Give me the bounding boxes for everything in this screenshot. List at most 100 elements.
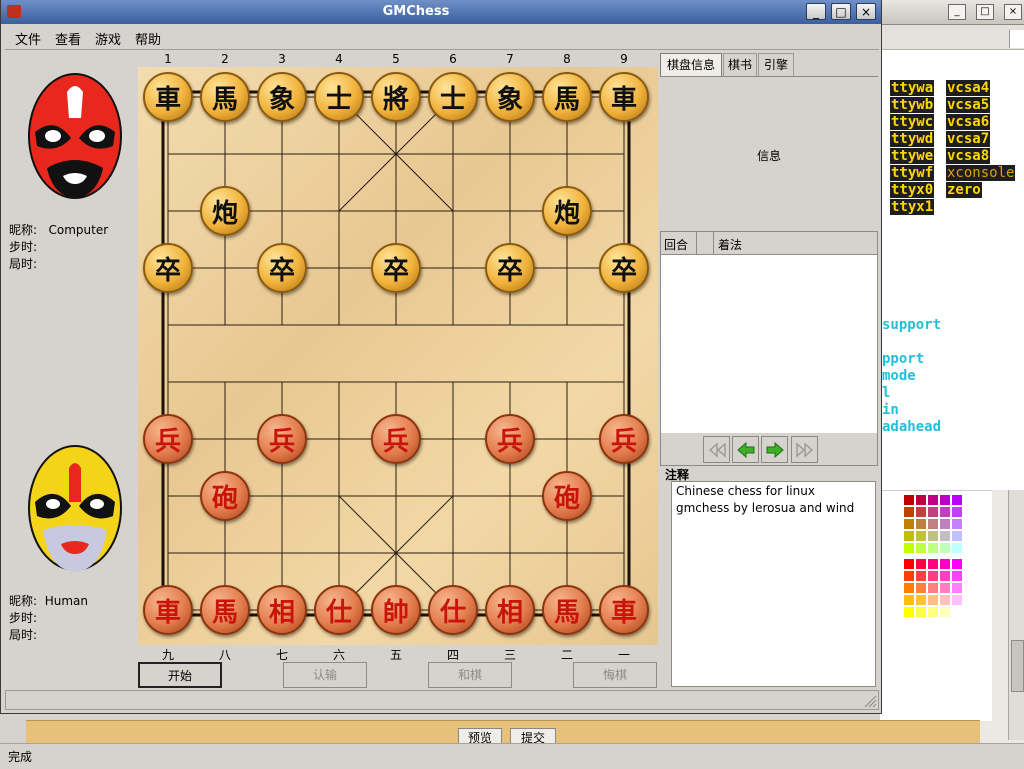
palette-swatch[interactable] — [928, 543, 938, 553]
menu-game[interactable]: 游戏 — [95, 29, 121, 48]
palette-swatch[interactable] — [928, 571, 938, 581]
black-piece[interactable]: 馬 — [542, 72, 592, 122]
black-piece[interactable]: 車 — [143, 72, 193, 122]
palette-swatch[interactable] — [940, 507, 950, 517]
palette-swatch[interactable] — [904, 583, 914, 593]
background-scroll-thumb[interactable] — [1011, 640, 1024, 692]
menu-view[interactable]: 查看 — [55, 29, 81, 48]
tab-board-info[interactable]: 棋盘信息 — [660, 53, 722, 76]
palette-swatch[interactable] — [904, 531, 914, 541]
palette-swatch[interactable] — [904, 507, 914, 517]
tab-engine[interactable]: 引擎 — [758, 53, 794, 76]
palette-swatch[interactable] — [916, 495, 926, 505]
palette-swatch[interactable] — [952, 507, 962, 517]
palette-swatch[interactable] — [952, 571, 962, 581]
start-button[interactable]: 开始 — [138, 662, 222, 688]
palette-swatch[interactable] — [940, 495, 950, 505]
black-piece[interactable]: 象 — [485, 72, 535, 122]
palette-swatch[interactable] — [904, 495, 914, 505]
palette-swatch[interactable] — [904, 559, 914, 569]
black-piece[interactable]: 炮 — [200, 186, 250, 236]
black-piece[interactable]: 卒 — [485, 243, 535, 293]
palette-swatch[interactable] — [928, 519, 938, 529]
palette-swatch[interactable] — [916, 559, 926, 569]
tab-opening-book[interactable]: 棋书 — [723, 53, 757, 76]
red-piece[interactable]: 兵 — [599, 414, 649, 464]
palette-swatch[interactable] — [904, 607, 914, 617]
palette-swatch[interactable] — [928, 583, 938, 593]
undo-button[interactable]: 悔棋 — [573, 662, 657, 688]
menu-help[interactable]: 帮助 — [135, 29, 161, 48]
palette-swatch[interactable] — [952, 531, 962, 541]
red-piece[interactable]: 兵 — [485, 414, 535, 464]
palette-swatch[interactable] — [940, 559, 950, 569]
close-button[interactable]: × — [856, 3, 876, 20]
palette-swatch[interactable] — [904, 543, 914, 553]
palette-swatch[interactable] — [952, 495, 962, 505]
red-piece[interactable]: 馬 — [200, 585, 250, 635]
background-minimize-button[interactable]: _ — [948, 4, 966, 20]
draw-button[interactable]: 和棋 — [428, 662, 512, 688]
palette-swatch[interactable] — [916, 595, 926, 605]
palette-swatch[interactable] — [904, 519, 914, 529]
palette-swatch[interactable] — [916, 607, 926, 617]
black-piece[interactable]: 卒 — [371, 243, 421, 293]
next-move-button[interactable] — [761, 436, 788, 463]
black-piece[interactable]: 卒 — [257, 243, 307, 293]
palette-swatch[interactable] — [928, 507, 938, 517]
palette-swatch[interactable] — [928, 607, 938, 617]
black-piece[interactable]: 卒 — [599, 243, 649, 293]
red-piece[interactable]: 馬 — [542, 585, 592, 635]
red-piece[interactable]: 仕 — [314, 585, 364, 635]
palette-swatch[interactable] — [940, 543, 950, 553]
red-piece[interactable]: 車 — [599, 585, 649, 635]
black-piece[interactable]: 炮 — [542, 186, 592, 236]
comment-textbox[interactable]: Chinese chess for linux gmchess by leros… — [671, 481, 876, 687]
background-close-button[interactable]: × — [1004, 4, 1022, 20]
black-piece[interactable]: 卒 — [143, 243, 193, 293]
titlebar[interactable]: GMChess _ □ × — [1, 0, 881, 24]
palette-swatch[interactable] — [928, 595, 938, 605]
minimize-button[interactable]: _ — [806, 3, 826, 20]
round-column-header[interactable]: 回合 — [664, 236, 688, 253]
red-piece[interactable]: 相 — [257, 585, 307, 635]
background-sidebar-tab[interactable] — [1009, 30, 1024, 48]
palette-swatch[interactable] — [952, 559, 962, 569]
red-piece[interactable]: 帥 — [371, 585, 421, 635]
moves-list[interactable] — [660, 255, 878, 433]
black-piece[interactable]: 馬 — [200, 72, 250, 122]
palette-swatch[interactable] — [928, 559, 938, 569]
palette-swatch[interactable] — [940, 531, 950, 541]
maximize-button[interactable]: □ — [831, 3, 851, 20]
palette-swatch[interactable] — [916, 531, 926, 541]
palette-swatch[interactable] — [928, 531, 938, 541]
resize-grip-icon[interactable] — [863, 694, 877, 708]
palette-swatch[interactable] — [916, 507, 926, 517]
background-scrollbar[interactable] — [1008, 490, 1024, 740]
red-piece[interactable]: 兵 — [371, 414, 421, 464]
last-move-button[interactable] — [791, 436, 818, 463]
palette-swatch[interactable] — [952, 519, 962, 529]
palette-swatch[interactable] — [916, 583, 926, 593]
first-move-button[interactable] — [703, 436, 730, 463]
red-piece[interactable]: 仕 — [428, 585, 478, 635]
black-piece[interactable]: 車 — [599, 72, 649, 122]
palette-swatch[interactable] — [952, 543, 962, 553]
prev-move-button[interactable] — [732, 436, 759, 463]
palette-swatch[interactable] — [952, 595, 962, 605]
menu-file[interactable]: 文件 — [15, 29, 41, 48]
palette-swatch[interactable] — [952, 607, 962, 617]
resign-button[interactable]: 认输 — [283, 662, 367, 688]
red-piece[interactable]: 車 — [143, 585, 193, 635]
palette-swatch[interactable] — [904, 571, 914, 581]
red-piece[interactable]: 兵 — [257, 414, 307, 464]
palette-swatch[interactable] — [928, 495, 938, 505]
palette-swatch[interactable] — [916, 543, 926, 553]
palette-swatch[interactable] — [916, 571, 926, 581]
background-maximize-button[interactable]: □ — [976, 4, 994, 20]
palette-swatch[interactable] — [940, 583, 950, 593]
chess-board[interactable]: 車馬象士將士象馬車炮炮卒卒卒卒卒兵兵兵兵兵砲砲車馬相仕帥仕相馬車 — [138, 67, 658, 645]
palette-swatch[interactable] — [904, 595, 914, 605]
black-piece[interactable]: 將 — [371, 72, 421, 122]
black-piece[interactable]: 士 — [314, 72, 364, 122]
